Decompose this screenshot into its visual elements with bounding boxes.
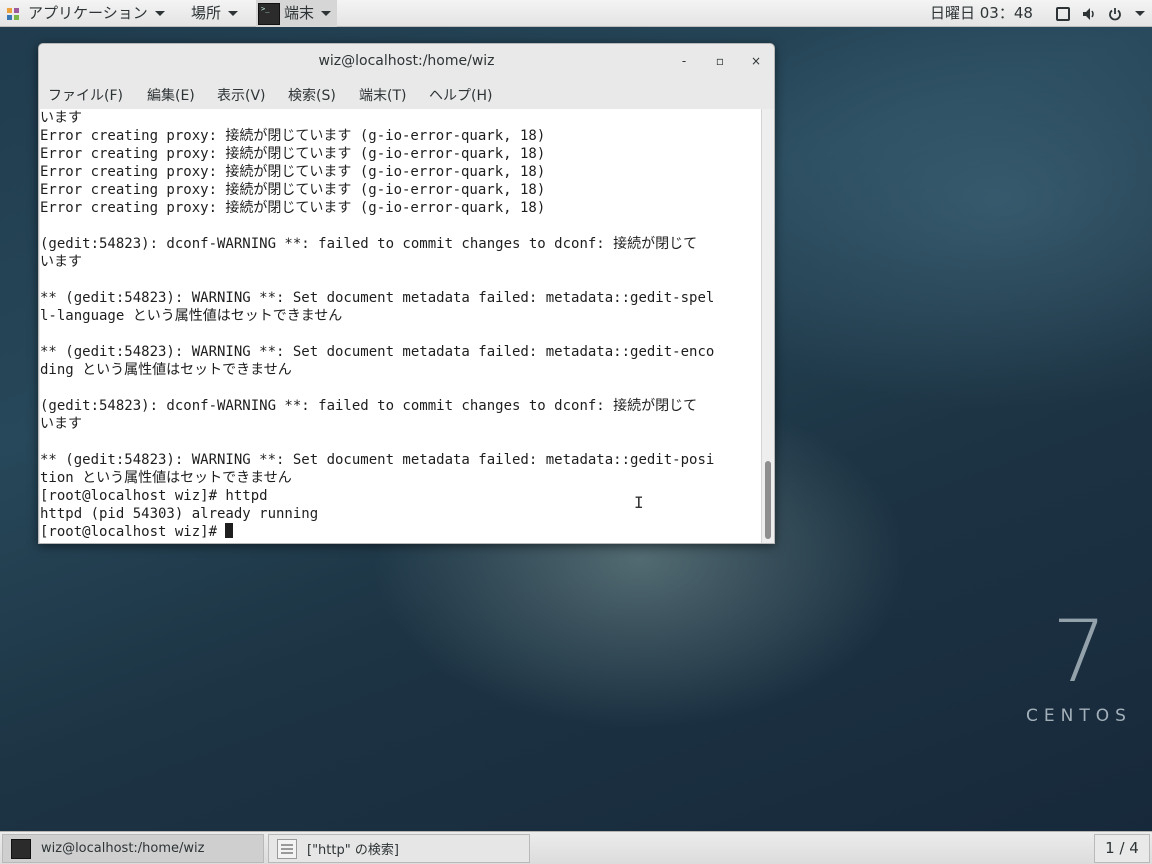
applications-menu[interactable]: アプリケーション xyxy=(6,0,165,27)
document-icon xyxy=(277,838,297,859)
menu-bar: ファイル(F) 編集(E) 表示(V) 検索(S) 端末(T) ヘルプ(H) xyxy=(39,78,774,108)
mouse-ibeam-icon: I xyxy=(634,493,644,512)
workspace-indicator[interactable]: 1 / 4 xyxy=(1094,834,1150,863)
terminal-line: Error creating proxy: 接続が閉じています (g-io-er… xyxy=(40,182,546,198)
system-menu[interactable] xyxy=(1050,0,1145,27)
taskbar-item-terminal[interactable]: wiz@localhost:/home/wiz xyxy=(2,834,264,863)
terminal-icon xyxy=(258,2,280,25)
menu-file[interactable]: ファイル(F) xyxy=(48,85,123,105)
menu-help[interactable]: ヘルプ(H) xyxy=(429,85,492,105)
minimize-button[interactable]: - xyxy=(675,52,693,70)
scrollbar[interactable] xyxy=(761,109,774,543)
terminal-line: (gedit:54823): dconf-WARNING **: failed … xyxy=(40,398,698,414)
clock[interactable]: 日曜日 03：48 xyxy=(930,0,1033,27)
terminal-line: httpd (pid 54303) already running xyxy=(40,506,319,522)
terminal-line: (gedit:54823): dconf-WARNING **: failed … xyxy=(40,236,698,252)
close-button[interactable]: × xyxy=(747,52,765,70)
terminal-prompt: [root@localhost wiz]# xyxy=(40,524,226,540)
menu-search[interactable]: 検索(S) xyxy=(288,85,336,105)
window-titlebar[interactable]: wiz@localhost:/home/wiz xyxy=(39,44,774,78)
terminal-line: います xyxy=(40,254,82,270)
places-label: 場所 xyxy=(191,4,222,22)
centos-logo-text: CENTOS xyxy=(1026,706,1132,726)
screen-icon xyxy=(1056,6,1070,21)
app-menu-terminal[interactable]: 端末 xyxy=(256,0,338,27)
window-list-bar: wiz@localhost:/home/wiz ["http" の検索] 1 /… xyxy=(0,831,1152,864)
window-title: wiz@localhost:/home/wiz xyxy=(318,53,495,69)
terminal-line: ** (gedit:54823): WARNING **: Set docume… xyxy=(40,290,715,306)
taskbar-item-label: ["http" の検索] xyxy=(307,843,399,858)
terminal-line: [root@localhost wiz]# httpd xyxy=(40,488,268,504)
app-menu-label: 端末 xyxy=(284,4,315,22)
centos-version-number: 7 xyxy=(1052,602,1107,702)
top-panel: アプリケーション 場所 端末 日曜日 03：48 xyxy=(0,0,1152,27)
places-menu[interactable]: 場所 xyxy=(191,0,239,27)
terminal-prompt-line: [root@localhost wiz]# xyxy=(40,523,234,541)
terminal-line: ** (gedit:54823): WARNING **: Set docume… xyxy=(40,344,715,360)
terminal-line: tion という属性値はセットできません xyxy=(40,470,292,486)
terminal-line: ** (gedit:54823): WARNING **: Set docume… xyxy=(40,452,715,468)
scrollbar-thumb[interactable] xyxy=(765,461,771,539)
menu-view[interactable]: 表示(V) xyxy=(217,85,266,105)
volume-icon xyxy=(1083,7,1094,20)
menu-terminal[interactable]: 端末(T) xyxy=(359,85,406,105)
chevron-down-icon xyxy=(154,11,165,16)
terminal-icon xyxy=(11,838,31,859)
taskbar-item-label: wiz@localhost:/home/wiz xyxy=(41,841,205,856)
power-icon xyxy=(1109,7,1121,20)
chevron-down-icon xyxy=(228,11,239,16)
gnome-foot-icon xyxy=(7,7,19,20)
terminal-window: wiz@localhost:/home/wiz - ▫ × ファイル(F) 編集… xyxy=(38,43,775,544)
terminal-line: Error creating proxy: 接続が閉じています (g-io-er… xyxy=(40,200,546,216)
terminal-line: l-language という属性値はセットできません xyxy=(40,308,343,324)
menu-edit[interactable]: 編集(E) xyxy=(147,85,195,105)
terminal-line: Error creating proxy: 接続が閉じています (g-io-er… xyxy=(40,146,546,162)
terminal-line: ding という属性値はセットできません xyxy=(40,362,292,378)
text-cursor xyxy=(225,523,234,538)
terminal-line: います xyxy=(40,416,82,432)
terminal-output[interactable]: います Error creating proxy: 接続が閉じています (g-i… xyxy=(40,109,761,543)
terminal-line: Error creating proxy: 接続が閉じています (g-io-er… xyxy=(40,164,546,180)
chevron-down-icon xyxy=(321,11,332,16)
taskbar-item-search[interactable]: ["http" の検索] xyxy=(268,834,530,863)
maximize-button[interactable]: ▫ xyxy=(711,52,729,70)
chevron-down-icon xyxy=(1135,11,1145,16)
applications-label: アプリケーション xyxy=(28,4,148,22)
terminal-line: います xyxy=(40,110,82,126)
terminal-line: Error creating proxy: 接続が閉じています (g-io-er… xyxy=(40,128,546,144)
